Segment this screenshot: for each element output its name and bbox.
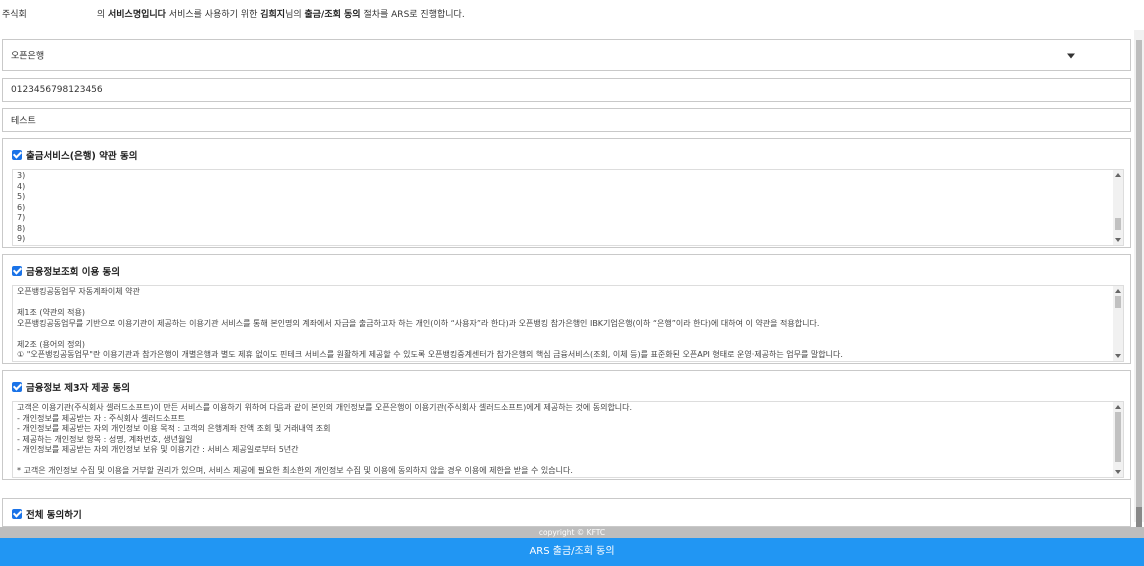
intro-mid: 의: [96, 10, 108, 20]
terms-line: 7): [17, 213, 26, 222]
terms-line: 고객은 이용기관(주식회사 셀러드소프트)이 만든 서비스를 이용하기 위하여 …: [17, 403, 633, 412]
terms-line: - 제공하는 개인정보 항목 : 성명, 계좌번호, 생년월일: [17, 434, 193, 444]
intro-user-name: 김희지: [260, 10, 286, 20]
intro-text1: 서비스를 사용하기 위한: [165, 10, 261, 20]
checkbox-agree-all[interactable]: [12, 509, 22, 519]
scrollbar[interactable]: [1113, 402, 1123, 477]
terms-line: 오픈뱅킹공동업무 자동계좌이체 약관: [17, 287, 140, 296]
page-scrollbar[interactable]: [1134, 30, 1144, 537]
intro-text: 주식회 의 서비스명입니다 서비스를 사용하기 위한 김희지님의 출금/조회 동의…: [2, 7, 1132, 21]
scroll-up-icon[interactable]: [1115, 289, 1121, 293]
terms-line: 3): [17, 171, 26, 180]
section-title: 출금서비스(은행) 약관 동의: [26, 151, 138, 162]
scroll-up-icon[interactable]: [1115, 173, 1121, 177]
ars-consent-button[interactable]: ARS 출금/조회 동의: [0, 538, 1144, 566]
copyright-text: copyright © KFTC: [0, 527, 1144, 538]
terms-line: 오픈뱅킹공동업무를 기반으로 이용기관이 제공하는 이용기관 서비스를 통해 본…: [17, 318, 820, 328]
section-third-party: 금융정보 제3자 제공 동의 고객은 이용기관(주식회사 셀러드소프트)이 만든…: [2, 370, 1131, 480]
account-number-value: 0123456798123456: [11, 85, 103, 95]
bank-select-value: 오픈은행: [11, 51, 45, 62]
section-header[interactable]: 금융정보조회 이용 동의: [12, 264, 120, 278]
scroll-down-icon[interactable]: [1115, 238, 1121, 242]
checkbox-withdrawal-terms[interactable]: [12, 150, 22, 160]
terms-line: - 개인정보를 제공받는 자 : 주식회사 셀러드소프트: [17, 413, 186, 423]
terms-line: - 개인정보를 제공받는 자의 개인정보 이용 목적 : 고객의 은행계좌 잔액…: [17, 424, 331, 433]
section-title: 금융정보조회 이용 동의: [26, 267, 121, 278]
account-number-field[interactable]: 0123456798123456: [2, 78, 1131, 102]
section-withdrawal-terms: 출금서비스(은행) 약관 동의 3) 4) 5) 6) 7) 8) 9): [2, 138, 1131, 248]
terms-line: 9): [17, 234, 26, 243]
terms-line: 4): [17, 181, 26, 191]
terms-line: 제1조 (약관의 적용): [17, 308, 85, 317]
scroll-down-icon[interactable]: [1115, 470, 1121, 474]
scroll-thumb[interactable]: [1115, 412, 1121, 462]
terms-line: 5): [17, 192, 26, 201]
scroll-thumb[interactable]: [1115, 218, 1121, 230]
page-scroll-thumb[interactable]: [1136, 40, 1142, 520]
terms-line: ① "오픈뱅킹공동업무"란 이용기관과 참가은행이 개별은행과 별도 제휴 없이…: [17, 350, 843, 359]
section-title: 금융정보 제3자 제공 동의: [26, 383, 130, 394]
scroll-thumb[interactable]: [1115, 296, 1121, 308]
terms-line: * 고객은 개인정보 수집 및 이용을 거부할 권리가 있으며, 서비스 제공에…: [17, 466, 573, 475]
section-header[interactable]: 출금서비스(은행) 약관 동의: [12, 148, 137, 162]
chevron-down-icon: [1067, 53, 1075, 59]
intro-service-name: 서비스명입니다: [108, 10, 166, 20]
intro-consent-type: 출금/조회 동의: [304, 10, 361, 20]
bank-select[interactable]: 오픈은행: [2, 39, 1131, 71]
scroll-up-icon[interactable]: [1115, 405, 1121, 409]
terms-line: 제2조 (용어의 정의): [17, 339, 85, 349]
intro-text2: 님의: [285, 10, 305, 20]
terms-textarea[interactable]: 3) 4) 5) 6) 7) 8) 9): [12, 169, 1124, 246]
scroll-down-icon[interactable]: [1115, 354, 1121, 358]
section-header[interactable]: 금융정보 제3자 제공 동의: [12, 380, 130, 394]
name-value: 테스트: [11, 116, 36, 127]
agree-all-label: 전체 동의하기: [26, 510, 82, 521]
name-field[interactable]: 테스트: [2, 108, 1131, 132]
terms-line: 6): [17, 202, 26, 212]
scrollbar[interactable]: [1113, 286, 1123, 361]
terms-line: - 개인정보를 제공받는 자의 개인정보 보유 및 이용기간 : 서비스 제공일…: [17, 445, 299, 454]
redacted-company-name: [26, 10, 97, 19]
terms-textarea[interactable]: 고객은 이용기관(주식회사 셀러드소프트)이 만든 서비스를 이용하기 위하여 …: [12, 401, 1124, 478]
intro-company-prefix: 주식회: [2, 10, 27, 20]
terms-line: 8): [17, 223, 26, 233]
checkbox-financial-inquiry[interactable]: [12, 266, 22, 276]
section-financial-inquiry: 금융정보조회 이용 동의 오픈뱅킹공동업무 자동계좌이체 약관 제1조 (약관의…: [2, 254, 1131, 364]
terms-textarea[interactable]: 오픈뱅킹공동업무 자동계좌이체 약관 제1조 (약관의 적용) 오픈뱅킹공동업무…: [12, 285, 1124, 362]
intro-text3: 절차를 ARS로 진행합니다.: [360, 10, 465, 20]
agree-all-row[interactable]: 전체 동의하기: [2, 498, 1131, 527]
checkbox-third-party[interactable]: [12, 382, 22, 392]
scrollbar[interactable]: [1113, 170, 1123, 245]
